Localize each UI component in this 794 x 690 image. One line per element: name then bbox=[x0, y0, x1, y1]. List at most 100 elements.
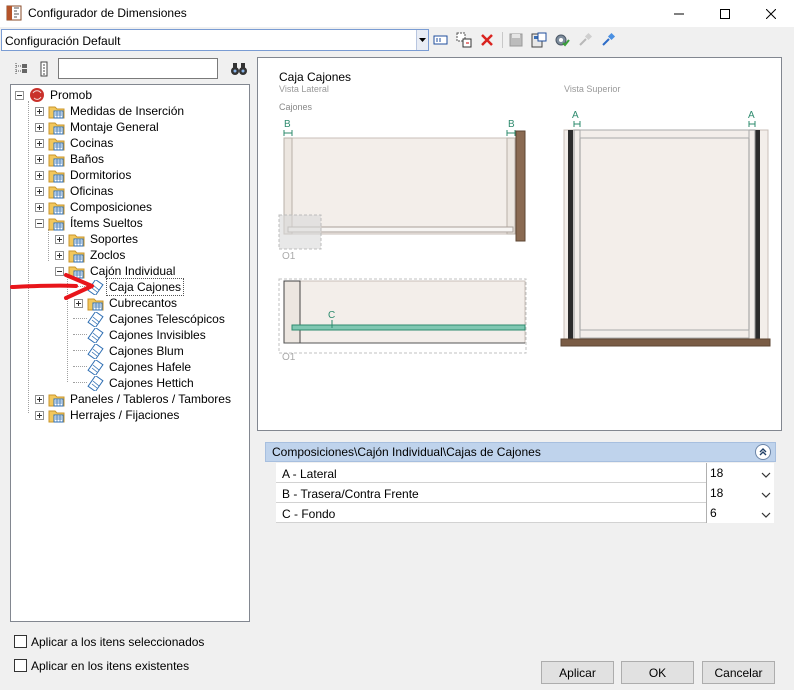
tree-item-label: Ítems Sueltos bbox=[70, 216, 143, 230]
apply-existing-checkbox[interactable] bbox=[14, 659, 27, 672]
folder-icon bbox=[48, 151, 65, 167]
chevron-down-icon[interactable] bbox=[761, 508, 771, 522]
save-icon[interactable] bbox=[507, 31, 525, 49]
apply-button[interactable]: Aplicar bbox=[541, 661, 614, 684]
tree-item-label: Zoclos bbox=[90, 248, 126, 262]
tree-item[interactable]: Cajones Invisibles bbox=[87, 327, 208, 343]
apply-selected-checkbox[interactable] bbox=[14, 635, 27, 648]
tree-item[interactable]: Soportes bbox=[55, 231, 140, 247]
cancel-button[interactable]: Cancelar bbox=[702, 661, 775, 684]
parameter-label: B - Trasera/Contra Frente bbox=[282, 487, 419, 501]
tree-item[interactable]: Cocinas bbox=[35, 135, 115, 151]
promob-globe-icon bbox=[28, 87, 45, 103]
collapse-icon[interactable] bbox=[15, 90, 24, 100]
parameter-row: B - Trasera/Contra Frente 18 bbox=[276, 483, 774, 503]
tree-item[interactable]: Cajones Hafele bbox=[87, 359, 193, 375]
expand-icon[interactable] bbox=[35, 202, 44, 212]
minimize-button[interactable] bbox=[656, 0, 702, 27]
expand-icon[interactable] bbox=[35, 170, 44, 180]
chevron-down-icon[interactable] bbox=[761, 468, 771, 482]
tree-item[interactable]: Zoclos bbox=[55, 247, 127, 263]
tree-item[interactable]: Montaje General bbox=[35, 119, 161, 135]
tree-item[interactable]: Composiciones bbox=[35, 199, 154, 215]
binoculars-icon[interactable] bbox=[230, 60, 248, 78]
apply-selected-label: Aplicar a los itens seleccionados bbox=[31, 635, 205, 649]
tag-o1-top: O1 bbox=[282, 251, 296, 262]
expand-icon[interactable] bbox=[35, 154, 44, 164]
window-title: Configurador de Dimensiones bbox=[28, 6, 187, 20]
maximize-button[interactable] bbox=[702, 0, 748, 27]
title-bar: Configurador de Dimensiones bbox=[0, 0, 794, 27]
expand-icon[interactable] bbox=[55, 234, 64, 244]
drawer-diagram bbox=[278, 121, 771, 354]
tree-item[interactable]: Oficinas bbox=[35, 183, 115, 199]
tree-item-label: Cocinas bbox=[70, 136, 114, 150]
marker-c: C bbox=[328, 310, 336, 321]
settings-check-icon[interactable] bbox=[553, 31, 571, 49]
expand-icon[interactable] bbox=[35, 410, 44, 420]
chevron-down-icon[interactable] bbox=[761, 488, 771, 502]
expand-icon[interactable] bbox=[35, 394, 44, 404]
parameter-value-select[interactable]: 18 bbox=[706, 483, 774, 503]
collapse-up-icon[interactable] bbox=[755, 444, 771, 460]
folder-icon bbox=[68, 247, 85, 263]
expand-icon[interactable] bbox=[55, 250, 64, 260]
parameter-label: A - Lateral bbox=[282, 467, 337, 481]
tree-list-icon[interactable] bbox=[35, 60, 53, 78]
preview-panel: Caja Cajones Vista Lateral Vista Superio… bbox=[257, 57, 782, 431]
expand-icon[interactable] bbox=[35, 122, 44, 132]
tree-item[interactable]: Dormitorios bbox=[35, 167, 133, 183]
rename-icon[interactable] bbox=[432, 31, 450, 49]
ok-button[interactable]: OK bbox=[621, 661, 694, 684]
expand-icon[interactable] bbox=[35, 138, 44, 148]
tree-item-label: Soportes bbox=[90, 232, 139, 246]
folder-icon bbox=[48, 391, 65, 407]
tree-item[interactable]: Herrajes / Fijaciones bbox=[35, 407, 181, 423]
folder-icon bbox=[68, 231, 85, 247]
annotation-arrow-icon bbox=[10, 273, 94, 300]
configuration-select[interactable]: Configuración Default bbox=[1, 29, 429, 51]
tree-item[interactable]: Medidas de Inserción bbox=[35, 103, 186, 119]
tree-item[interactable]: Paneles / Tableros / Tambores bbox=[35, 391, 233, 407]
tree-expand-icon[interactable] bbox=[12, 60, 30, 78]
tree-item-label: Herrajes / Fijaciones bbox=[70, 408, 180, 422]
parameter-value-select[interactable]: 18 bbox=[706, 463, 774, 483]
folder-icon bbox=[48, 183, 65, 199]
expand-icon[interactable] bbox=[35, 186, 44, 196]
pin-icon[interactable] bbox=[576, 31, 594, 49]
parameter-value: 18 bbox=[710, 486, 724, 500]
folder-icon bbox=[48, 119, 65, 135]
configuration-value: Configuración Default bbox=[5, 34, 121, 48]
folder-icon bbox=[48, 407, 65, 423]
parameters-path: Composiciones\Cajón Individual\Cajas de … bbox=[272, 445, 541, 459]
parameter-value: 18 bbox=[710, 466, 724, 480]
search-input[interactable] bbox=[58, 58, 218, 79]
expand-icon[interactable] bbox=[35, 106, 44, 116]
copy-config-icon[interactable] bbox=[455, 31, 473, 49]
tree-item-label: Cajones Hettich bbox=[109, 376, 194, 390]
marker-a-right: A bbox=[748, 110, 755, 121]
close-button[interactable] bbox=[748, 0, 794, 27]
tree-item[interactable]: Caja Cajones bbox=[87, 278, 185, 296]
tree-item-label: Cajones Telescópicos bbox=[109, 312, 225, 326]
collapse-icon[interactable] bbox=[35, 218, 44, 228]
tree-item[interactable]: Cajones Telescópicos bbox=[87, 311, 227, 327]
calculator-icon[interactable] bbox=[530, 31, 548, 49]
tree-item[interactable]: Ítems Sueltos bbox=[35, 215, 145, 231]
tree-item-label: Promob bbox=[50, 88, 93, 102]
parameter-label: C - Fondo bbox=[282, 507, 336, 521]
pin-edit-icon[interactable] bbox=[599, 31, 617, 49]
tree-item-root[interactable]: Promob bbox=[15, 87, 94, 103]
chevron-down-icon[interactable] bbox=[416, 30, 428, 50]
drawer-item-icon bbox=[87, 343, 104, 359]
tree-item[interactable]: Cajones Hettich bbox=[87, 375, 196, 391]
parameter-row: C - Fondo 6 bbox=[276, 503, 774, 523]
apply-existing-label: Aplicar en los itens existentes bbox=[31, 659, 190, 673]
tree-view[interactable]: Promob Medidas de Inserción Montaje Gener… bbox=[10, 84, 250, 622]
tree-item[interactable]: Baños bbox=[35, 151, 106, 167]
delete-x-icon[interactable] bbox=[478, 31, 496, 49]
tree-item-label: Oficinas bbox=[70, 184, 114, 198]
tree-item-label: Medidas de Inserción bbox=[70, 104, 185, 118]
parameter-value-select[interactable]: 6 bbox=[706, 503, 774, 523]
tree-item[interactable]: Cajones Blum bbox=[87, 343, 186, 359]
